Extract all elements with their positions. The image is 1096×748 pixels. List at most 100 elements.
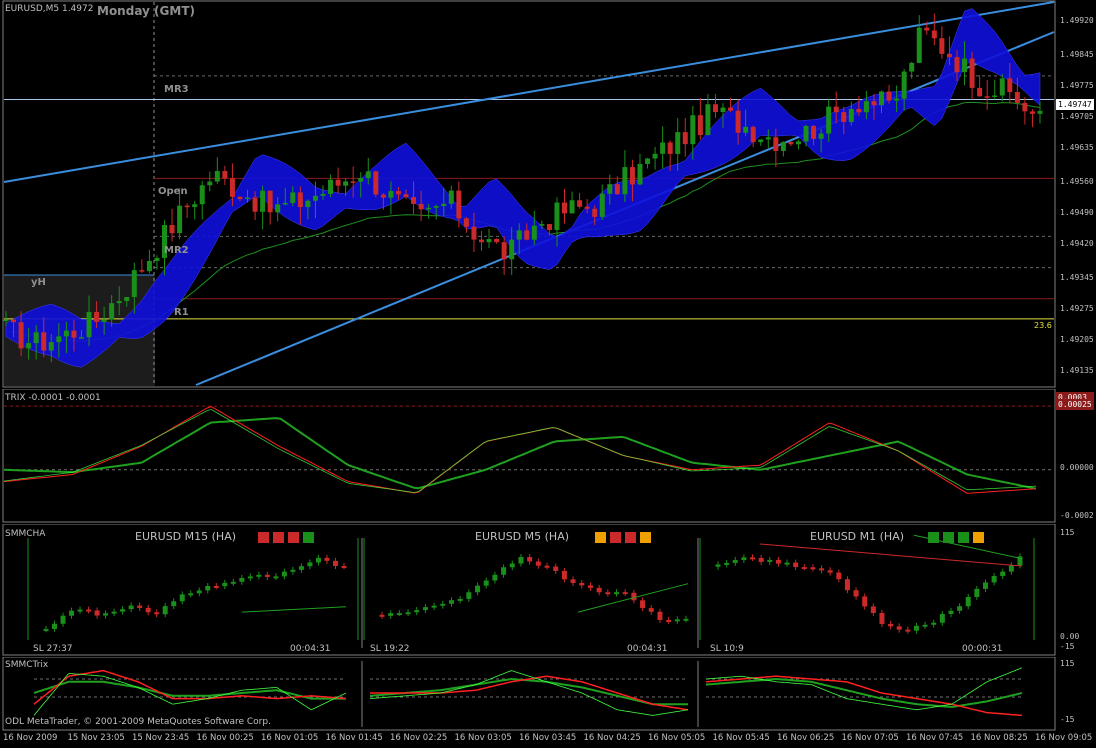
ha-candle-body bbox=[440, 603, 446, 606]
time-tick-label: 16 Nov 05:45 bbox=[712, 733, 770, 743]
ha-candle-body bbox=[879, 612, 885, 624]
ha-candle-body bbox=[256, 574, 262, 577]
time-axis: 16 Nov 2009 15 Nov 23:05 15 Nov 23:45 16 No… bbox=[0, 731, 1096, 748]
ha-candle-body bbox=[827, 570, 833, 573]
candle-body bbox=[252, 197, 258, 212]
ha-candle-body bbox=[86, 609, 92, 612]
candle-body bbox=[879, 91, 885, 106]
candle-body bbox=[720, 107, 726, 113]
candle-body bbox=[909, 62, 915, 72]
ha-candle-body bbox=[544, 565, 550, 568]
ha-candle-body bbox=[188, 593, 194, 596]
ha-candle-body bbox=[120, 609, 126, 612]
time-tick-label: 16 Nov 04:25 bbox=[583, 733, 641, 743]
ha-candle-body bbox=[492, 574, 498, 581]
ha-candle-body bbox=[290, 569, 296, 572]
ha-candle-body bbox=[431, 605, 437, 608]
trix-main-line-green bbox=[3, 408, 1037, 493]
ha-candle-body bbox=[273, 576, 279, 579]
smmcha-tick-zero: 0.00 bbox=[1060, 632, 1080, 641]
candle-body bbox=[690, 115, 696, 145]
ha-candle-body bbox=[332, 560, 338, 567]
panel-m1-title: EURUSD M1 (HA) bbox=[810, 530, 988, 543]
candle-body bbox=[780, 142, 786, 151]
trix-pane[interactable]: TRIX -0.0001 -0.0001 0.0003 0.00025 0.00… bbox=[0, 389, 1096, 523]
ha-candle-body bbox=[974, 588, 980, 597]
price-tick-label: 1.49205 bbox=[1060, 335, 1094, 345]
current-price-tag: 1.49747 bbox=[1056, 99, 1094, 110]
ha-candle-body bbox=[862, 596, 868, 607]
session-label: Monday (GMT) bbox=[97, 4, 195, 18]
ha-candle-body bbox=[844, 579, 850, 591]
ha-candle-body bbox=[666, 620, 672, 622]
m15-sl-label: SL 27:37 bbox=[33, 644, 73, 654]
ha-candle-body bbox=[683, 618, 689, 621]
candle-body bbox=[1022, 102, 1028, 112]
ha-candle-body bbox=[137, 605, 143, 608]
ha-candle-body bbox=[264, 574, 270, 577]
candle-body bbox=[856, 108, 862, 113]
ha-candle-body bbox=[810, 567, 816, 570]
candle-body bbox=[290, 192, 296, 203]
candle-body bbox=[969, 58, 975, 88]
ha-candle-body bbox=[905, 629, 911, 632]
time-tick-label: 16 Nov 07:05 bbox=[841, 733, 899, 743]
m5-signal-square bbox=[639, 531, 651, 543]
smmcha-label: SMMCHA bbox=[5, 529, 46, 539]
ha-candle-body bbox=[991, 575, 997, 583]
candle-body bbox=[1029, 111, 1035, 114]
candle-body bbox=[471, 226, 477, 240]
mr2-label: MR2 bbox=[164, 245, 189, 256]
candle-body bbox=[977, 87, 983, 97]
candle-body bbox=[818, 133, 824, 139]
ha-candle-body bbox=[213, 585, 219, 588]
smmcha-canvas[interactable] bbox=[0, 524, 1096, 656]
candle-body bbox=[26, 343, 32, 349]
price-chart-pane[interactable]: EURUSD,M5 1.4972 Monday (GMT) MR3 Open M… bbox=[0, 0, 1096, 388]
candle-body bbox=[614, 184, 620, 195]
candle-body bbox=[456, 190, 462, 219]
candle-body bbox=[728, 107, 734, 111]
candle-body bbox=[365, 171, 371, 179]
time-tick-label: 15 Nov 23:45 bbox=[132, 733, 190, 743]
trix-canvas[interactable] bbox=[0, 389, 1096, 523]
ha-candle-body bbox=[853, 590, 859, 597]
ha-candle-body bbox=[596, 587, 602, 593]
price-tick-label: 1.49560 bbox=[1060, 176, 1094, 186]
candle-body bbox=[41, 332, 47, 351]
candle-body bbox=[916, 27, 922, 63]
ha-candle-body bbox=[931, 622, 937, 625]
ha-candle-body bbox=[298, 566, 304, 570]
candle-body bbox=[237, 196, 243, 200]
ha-trend-line bbox=[241, 606, 347, 613]
candle-body bbox=[207, 181, 213, 186]
time-tick-label: 16 Nov 09:05 bbox=[1035, 733, 1093, 743]
m15-signal-square bbox=[272, 531, 284, 543]
candle-body bbox=[403, 194, 409, 198]
candle-body bbox=[984, 96, 990, 98]
candle-body bbox=[765, 137, 771, 140]
candle-body bbox=[463, 218, 469, 227]
trix-tick-zero: 0.00000 bbox=[1060, 463, 1094, 472]
candle-body bbox=[667, 142, 673, 154]
ha-candle-body bbox=[111, 611, 117, 614]
smmctrix-pane[interactable]: SMMCTrix ODL MetaTrader, © 2001-2009 Met… bbox=[0, 657, 1096, 731]
smmcha-pane[interactable]: SMMCHA EURUSD M15 (HA) EURUSD M5 (HA) EU… bbox=[0, 524, 1096, 656]
candle-body bbox=[86, 311, 92, 338]
ha-candle-body bbox=[870, 606, 876, 613]
candle-body bbox=[56, 336, 62, 343]
candle-body bbox=[124, 296, 130, 302]
panel-m5-title: EURUSD M5 (HA) bbox=[475, 530, 655, 543]
candle-body bbox=[569, 200, 575, 214]
candle-body bbox=[260, 190, 266, 212]
candle-body bbox=[629, 167, 635, 185]
candle-body bbox=[139, 270, 145, 272]
ha-candle-body bbox=[196, 590, 202, 594]
candle-body bbox=[433, 206, 439, 208]
ha-candle-body bbox=[648, 608, 654, 612]
smmcha-border bbox=[2, 524, 1056, 656]
candle-body bbox=[607, 184, 613, 194]
ha-candle-body bbox=[315, 557, 321, 563]
panel-m15-title-text: EURUSD M15 (HA) bbox=[135, 530, 237, 543]
candle-body bbox=[131, 270, 137, 297]
